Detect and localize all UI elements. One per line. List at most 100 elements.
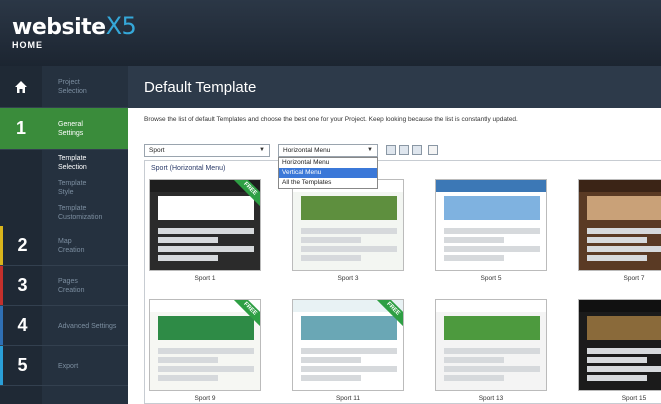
top-brand-bar: websiteX5 HOME (0, 0, 661, 66)
template-gallery: Sport (Horizontal Menu) FREE Sport 1 Sport… (144, 160, 661, 404)
sidebar-item[interactable]: Template Customization (0, 200, 128, 226)
thumbnail-content-block (301, 237, 361, 243)
description-text: Browse the list of default Templates and… (144, 116, 518, 123)
sidebar-item[interactable]: 5 Export (0, 346, 128, 386)
thumbnail-hero-image (301, 316, 397, 340)
thumbnail-content-block (158, 366, 254, 372)
template-name: Sport 5 (480, 275, 502, 282)
page-title: Default Template (144, 79, 257, 96)
template-name: Sport 1 (194, 275, 216, 282)
template-name: Sport 9 (194, 395, 216, 402)
thumbnail-hero-image (444, 316, 540, 340)
list-view-icon[interactable] (386, 145, 396, 155)
thumbnail-content-block (587, 348, 661, 354)
thumbnail-content-block (587, 237, 647, 243)
thumbnail-hero-image (587, 316, 661, 340)
home-link[interactable]: HOME (12, 40, 43, 50)
template-thumbnail[interactable] (435, 179, 547, 271)
thumbnail-nav (436, 180, 546, 192)
menu-type-dropdown: Horizontal Menu Vertical Menu All the Te… (278, 157, 378, 189)
thumbnail-content-block (444, 228, 540, 234)
thumbnail-hero-image (587, 196, 661, 220)
category-select[interactable]: Sport ▼ (144, 144, 270, 157)
sidebar-item-label: Advanced Settings (58, 322, 117, 330)
thumbnail-nav (579, 180, 661, 192)
thumbnail-hero-image (301, 196, 397, 220)
step-number: 1 (0, 108, 42, 149)
thumbnail-content-block (158, 375, 218, 381)
thumbnail-nav (579, 300, 661, 312)
sidebar-item-label: Map Creation (58, 238, 85, 254)
large-grid-view-icon[interactable] (412, 145, 422, 155)
thumbnail-hero-image (158, 196, 254, 220)
sidebar-item[interactable]: 2 Map Creation (0, 226, 128, 266)
thumbnail-content-block (158, 246, 254, 252)
thumbnail-content-block (301, 366, 397, 372)
thumbnail-content-block (301, 348, 397, 354)
app-logo: websiteX5 (12, 12, 137, 40)
thumbnail-content-block (587, 246, 661, 252)
step-number: 3 (0, 266, 42, 305)
menu-option[interactable]: Horizontal Menu (279, 158, 377, 168)
thumbnail-content-block (587, 375, 647, 381)
sidebar-item-label: General Settings (58, 121, 84, 137)
template-name: Sport 3 (337, 275, 359, 282)
thumbnail-content-block (587, 255, 647, 261)
thumbnail-content-block (158, 348, 254, 354)
step-number: 4 (0, 306, 42, 345)
template-thumbnail[interactable] (435, 299, 547, 391)
thumbnail-content-block (444, 237, 504, 243)
main-content: Browse the list of default Templates and… (128, 108, 661, 404)
thumbnail-content-block (444, 348, 540, 354)
thumbnail-content-block (158, 237, 218, 243)
thumbnail-nav (436, 300, 546, 312)
thumbnail-content-block (158, 357, 218, 363)
step-number: 2 (0, 226, 42, 265)
thumbnail-content-block (158, 228, 254, 234)
thumbnail-content-block (301, 246, 397, 252)
page-header: Default Template (128, 66, 661, 108)
step-number: 5 (0, 346, 42, 385)
thumbnail-content-block (301, 255, 361, 261)
template-thumbnail[interactable]: FREE (292, 299, 404, 391)
template-thumbnail[interactable] (578, 179, 661, 271)
chevron-down-icon: ▼ (367, 147, 373, 153)
thumbnail-content-block (587, 228, 661, 234)
menu-option[interactable]: All the Templates (279, 178, 377, 188)
thumbnail-content-block (444, 375, 504, 381)
template-thumbnail[interactable]: FREE (149, 179, 261, 271)
group-label: Sport (Horizontal Menu) (151, 165, 226, 172)
sidebar-item[interactable]: Template Style (0, 176, 128, 200)
sidebar-item-label: Export (58, 362, 79, 370)
thumbnail-content-block (158, 255, 218, 261)
sidebar-item[interactable]: 3 Pages Creation (0, 266, 128, 306)
sidebar-item[interactable]: Project Selection (0, 66, 128, 108)
sidebar-item[interactable]: 4 Advanced Settings (0, 306, 128, 346)
sidebar-item-label: Template Style (58, 180, 87, 196)
sidebar-item[interactable]: Template Selection (0, 150, 128, 176)
menu-type-select[interactable]: Horizontal Menu ▼ (278, 144, 378, 157)
template-name: Sport 11 (335, 395, 361, 402)
thumbnail-content-block (301, 375, 361, 381)
thumbnail-hero-image (158, 316, 254, 340)
thumbnail-content-block (587, 357, 647, 363)
template-thumbnail[interactable] (578, 299, 661, 391)
edit-icon[interactable] (428, 145, 438, 155)
thumbnail-content-block (444, 255, 504, 261)
sidebar-item[interactable]: 1 General Settings (0, 108, 128, 150)
template-thumbnail[interactable] (292, 179, 404, 271)
grid-view-icon[interactable] (399, 145, 409, 155)
menu-option[interactable]: Vertical Menu (279, 168, 377, 178)
thumbnail-content-block (444, 357, 504, 363)
template-thumbnail[interactable]: FREE (149, 299, 261, 391)
thumbnail-hero-image (444, 196, 540, 220)
thumbnail-content-block (444, 246, 540, 252)
template-name: Sport 7 (623, 275, 645, 282)
home-icon (0, 66, 42, 107)
thumbnail-content-block (587, 366, 661, 372)
thumbnail-content-block (444, 366, 540, 372)
template-name: Sport 13 (478, 395, 504, 402)
template-name: Sport 15 (621, 395, 647, 402)
sidebar-item-label: Project Selection (58, 79, 87, 95)
chevron-down-icon: ▼ (259, 147, 265, 153)
